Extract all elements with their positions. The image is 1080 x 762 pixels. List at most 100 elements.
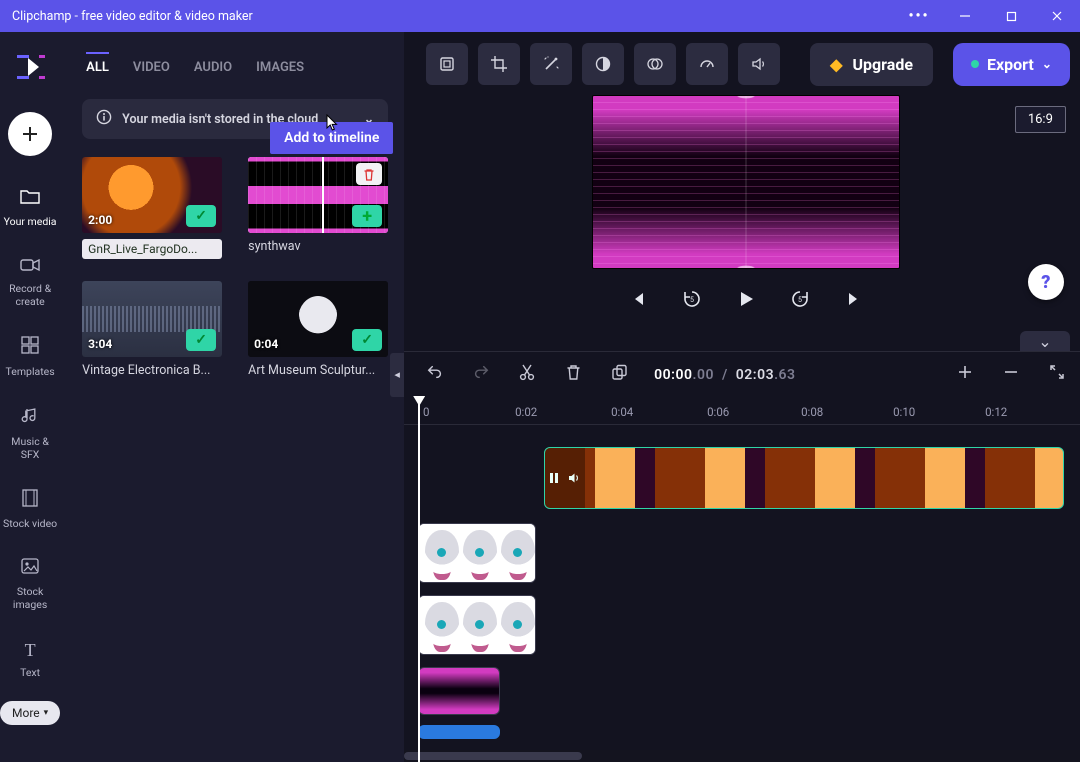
split-button[interactable] — [516, 363, 538, 386]
media-name: Art Museum Sculptur... — [248, 363, 388, 378]
media-item[interactable]: 0:04 ✓ Art Museum Sculptur... — [248, 281, 388, 378]
zoom-in-button[interactable] — [954, 364, 976, 385]
collapse-media-panel-button[interactable]: ◂ — [390, 353, 404, 397]
timeline-ruler[interactable]: 0 0:02 0:04 0:06 0:08 0:10 0:12 — [404, 397, 1080, 425]
sidebar-item-music-sfx[interactable]: Music & SFX — [0, 396, 60, 471]
media-item[interactable]: 2:00 ✓ GnR_Live_FargoDo... — [82, 157, 222, 259]
sidebar-item-stock-video[interactable]: Stock video — [0, 479, 60, 541]
timeline-horizontal-scrollbar[interactable] — [404, 750, 1080, 762]
close-button[interactable] — [1034, 0, 1080, 32]
media-thumbnail[interactable]: + — [248, 157, 388, 233]
media-item[interactable]: 3:04 ✓ Vintage Electronica B... — [82, 281, 222, 378]
delete-media-icon[interactable] — [356, 163, 382, 185]
duration-badge: 3:04 — [88, 337, 112, 351]
mouse-cursor-icon — [326, 114, 338, 132]
tab-audio[interactable]: AUDIO — [194, 52, 232, 85]
crop-tool-button[interactable] — [478, 43, 520, 85]
window-controls: ••• — [896, 0, 1080, 32]
diamond-icon: ◆ — [830, 55, 842, 74]
skip-end-button[interactable] — [841, 286, 867, 312]
text-icon: T — [25, 639, 36, 662]
delete-clip-button[interactable] — [562, 364, 584, 386]
timeline-clip-video[interactable] — [418, 667, 500, 715]
ruler-tick: 0:04 — [611, 405, 633, 419]
app-logo — [13, 50, 47, 84]
play-button[interactable] — [733, 286, 759, 312]
video-preview[interactable] — [593, 96, 899, 268]
clip-volume-icon[interactable] — [563, 448, 585, 508]
timeline-clip-image[interactable] — [418, 595, 536, 655]
scrollbar-thumb[interactable] — [404, 752, 582, 760]
tab-images[interactable]: IMAGES — [256, 52, 304, 85]
sidebar-item-label: Templates — [6, 365, 55, 378]
layout-tool-button[interactable] — [426, 43, 468, 85]
add-media-button[interactable] — [8, 112, 52, 156]
expand-panel-button[interactable]: ⌄ — [1020, 331, 1070, 351]
scrub-position-line — [322, 157, 324, 233]
duplicate-clip-button[interactable] — [608, 364, 630, 386]
total-time-dec: .63 — [774, 367, 795, 383]
aspect-ratio-badge[interactable]: 16:9 — [1015, 106, 1066, 133]
chevron-down-icon: ▾ — [44, 708, 49, 718]
rewind-5-button[interactable]: 5 — [679, 286, 705, 312]
sidebar-more-button[interactable]: More ▾ — [0, 701, 60, 725]
minimize-button[interactable] — [942, 0, 988, 32]
speed-tool-button[interactable] — [686, 43, 728, 85]
camera-icon — [20, 256, 40, 279]
tab-all[interactable]: ALL — [86, 52, 109, 85]
duration-badge: 2:00 — [88, 213, 112, 227]
skip-start-button[interactable] — [625, 286, 651, 312]
help-button[interactable]: ? — [1028, 264, 1064, 300]
timeline-playhead[interactable] — [418, 402, 420, 762]
timeline-toolbar: ◂ 00:00.00 / 02:03.63 — [404, 351, 1080, 397]
forward-5-button[interactable]: 5 — [787, 286, 813, 312]
added-check-icon[interactable]: ✓ — [186, 205, 216, 227]
added-check-icon[interactable]: ✓ — [186, 329, 216, 351]
sidebar-item-text[interactable]: T Text — [0, 629, 60, 689]
more-options-button[interactable]: ••• — [896, 0, 942, 32]
media-thumbnail[interactable]: 0:04 ✓ — [248, 281, 388, 357]
media-name: synthwav — [248, 239, 388, 254]
total-time: 02:03 — [736, 367, 774, 383]
sidebar-item-your-media[interactable]: Your media — [0, 178, 60, 238]
contrast-tool-button[interactable] — [582, 43, 624, 85]
image-icon — [21, 558, 39, 581]
media-grid: 2:00 ✓ GnR_Live_FargoDo... + synthwav — [82, 157, 388, 378]
upgrade-button[interactable]: ◆ Upgrade — [810, 43, 933, 86]
sidebar-item-label: Stock video — [3, 517, 57, 530]
export-button[interactable]: Export ⌄ — [953, 43, 1070, 86]
add-to-timeline-icon[interactable]: + — [352, 205, 382, 227]
more-label: More — [12, 706, 40, 720]
sidebar-item-record-create[interactable]: Record & create — [0, 246, 60, 319]
clip-pause-icon[interactable] — [545, 448, 563, 508]
maximize-button[interactable] — [988, 0, 1034, 32]
redo-button[interactable] — [470, 363, 492, 386]
tab-video[interactable]: VIDEO — [133, 52, 170, 85]
media-thumbnail[interactable]: 3:04 ✓ — [82, 281, 222, 357]
ruler-tick: 0:08 — [801, 405, 823, 419]
timeline-tracks[interactable] — [404, 425, 1080, 762]
fit-zoom-button[interactable] — [1046, 364, 1068, 385]
sidebar-item-stock-images[interactable]: Stock images — [0, 548, 60, 621]
sidebar-item-templates[interactable]: Templates — [0, 326, 60, 388]
clip-thumbnail-strip — [419, 524, 535, 582]
media-item[interactable]: + synthwav — [248, 157, 388, 259]
svg-text:5: 5 — [798, 296, 802, 304]
duration-badge: 0:04 — [254, 337, 278, 351]
filter-tool-button[interactable] — [634, 43, 676, 85]
timeline-clip-image[interactable] — [418, 523, 536, 583]
undo-button[interactable] — [424, 363, 446, 386]
chevron-down-icon: ⌄ — [1042, 57, 1052, 71]
sidebar-item-label: Record & create — [2, 282, 58, 308]
magic-tool-button[interactable] — [530, 43, 572, 85]
volume-tool-button[interactable] — [738, 43, 780, 85]
timeline-clip-video[interactable] — [544, 447, 1064, 509]
svg-text:5: 5 — [690, 296, 694, 304]
timeline-clip-audio[interactable] — [418, 725, 500, 739]
zoom-out-button[interactable] — [1000, 364, 1022, 385]
added-check-icon[interactable]: ✓ — [352, 329, 382, 351]
timeline-timecode: 00:00.00 / 02:03.63 — [654, 367, 795, 383]
clip-thumbnail-strip — [419, 596, 535, 654]
ruler-tick: 0:12 — [985, 405, 1007, 419]
media-thumbnail[interactable]: 2:00 ✓ — [82, 157, 222, 233]
